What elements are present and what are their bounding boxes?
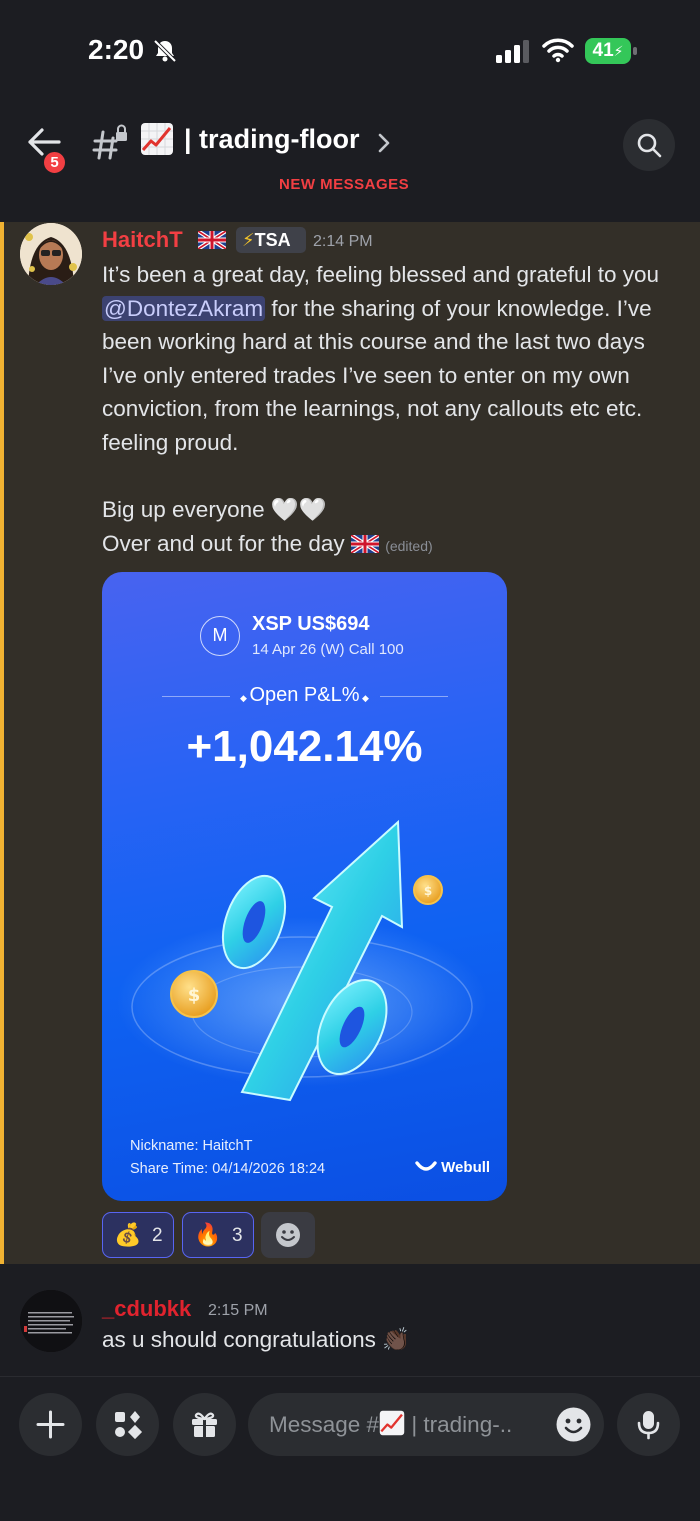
battery-icon: 41⚡ [585, 38, 637, 64]
percent-arrow-illustration: $ $ [117, 819, 487, 1102]
avatar-text-image [20, 1290, 82, 1352]
ticker-label: XSP US$694 [252, 613, 370, 635]
gift-button[interactable] [173, 1393, 236, 1456]
market-icon: M [200, 616, 240, 656]
hashtag-lock-icon [92, 124, 127, 160]
uk-flag-icon [349, 533, 381, 555]
add-attachment-button[interactable] [19, 1393, 82, 1456]
pl-value: +1,042.14% [186, 722, 423, 771]
plus-icon [36, 1410, 65, 1439]
add-reaction-button[interactable] [261, 1212, 315, 1258]
svg-text:$: $ [424, 884, 432, 898]
smiley-add-icon [276, 1223, 300, 1247]
chart-increasing-icon [379, 1410, 405, 1436]
message-input[interactable]: Message # | trading-.. [248, 1393, 604, 1456]
search-icon [637, 133, 662, 158]
microphone-icon [637, 1411, 660, 1440]
gift-icon [192, 1412, 217, 1437]
reaction-fire[interactable]: 🔥 3 [182, 1212, 254, 1258]
apps-button[interactable] [96, 1393, 159, 1456]
channel-name[interactable]: | trading-floor [184, 124, 360, 155]
voice-message-button[interactable] [617, 1393, 680, 1456]
avatar-illustration [20, 223, 82, 285]
status-time: 2:20 [88, 34, 145, 65]
message-body: It’s been a great day, feeling blessed a… [102, 258, 682, 563]
unread-badge: 5 [41, 149, 68, 176]
fire-icon: 🔥 [194, 1222, 222, 1247]
brand-logo: Webull [415, 1159, 490, 1176]
message-author[interactable]: HaitchT [102, 227, 183, 253]
server-tag-label: TSA [254, 230, 291, 250]
emoji-picker-icon[interactable] [555, 1406, 592, 1443]
apps-icon [115, 1411, 143, 1440]
avatar[interactable] [20, 223, 82, 285]
contract-label: 14 Apr 26 (W) Call 100 [252, 641, 404, 658]
channel-header: 5 | trading-floor [0, 100, 700, 188]
message-input-placeholder: Message # | trading-.. [269, 1410, 513, 1437]
server-tag[interactable]: ⚡TSA [236, 227, 306, 253]
user-mention[interactable]: @DontezAkram [102, 295, 266, 321]
edited-label: (edited) [385, 537, 433, 554]
composer-bar: Message # | trading-.. [0, 1376, 700, 1521]
trade-share-card-image[interactable]: M XSP US$694 14 Apr 26 (W) Call 100 ◆ Op… [102, 572, 507, 1201]
webull-logo-icon [415, 1161, 437, 1171]
message-text-line3: Over and out for the day [102, 530, 345, 556]
battery-level: 41 [592, 40, 614, 61]
message-text-line2: Big up everyone 🤍🤍 [102, 497, 327, 523]
wifi-icon [542, 38, 574, 63]
message-text-part1: It’s been a great day, feeling blessed a… [102, 262, 660, 287]
new-messages-divider: NEW MESSAGES [0, 176, 700, 222]
chart-increasing-icon [141, 123, 173, 155]
message-body: as u should congratulations 👏🏿 [102, 1327, 411, 1352]
lightning-icon: ⚡ [242, 230, 255, 250]
money-bag-icon: 💰 [114, 1222, 142, 1247]
message-author[interactable]: _cdubkk [102, 1296, 191, 1322]
avatar[interactable] [20, 1290, 82, 1352]
uk-flag-icon [198, 231, 226, 249]
nickname-label: Nickname: HaitchT [130, 1138, 253, 1154]
reaction-count: 2 [152, 1225, 163, 1246]
reaction-count: 3 [232, 1225, 243, 1246]
message-timestamp: 2:14 PM [313, 233, 373, 250]
share-time-label: Share Time: 04/14/2026 18:24 [130, 1161, 326, 1177]
status-bar: 2:20 41⚡ [0, 0, 700, 100]
new-messages-label: NEW MESSAGES [279, 176, 410, 193]
search-button[interactable] [623, 119, 675, 171]
message-timestamp: 2:15 PM [208, 1302, 268, 1319]
pl-label: ◆ Open P&L% ◆ [240, 684, 369, 706]
bell-muted-icon [153, 39, 177, 63]
cellular-signal-icon [496, 40, 529, 63]
brand-label: Webull [441, 1159, 491, 1176]
chevron-right-icon[interactable] [377, 132, 391, 154]
svg-text:$: $ [188, 985, 201, 1006]
reaction-money-bag[interactable]: 💰 2 [102, 1212, 174, 1258]
